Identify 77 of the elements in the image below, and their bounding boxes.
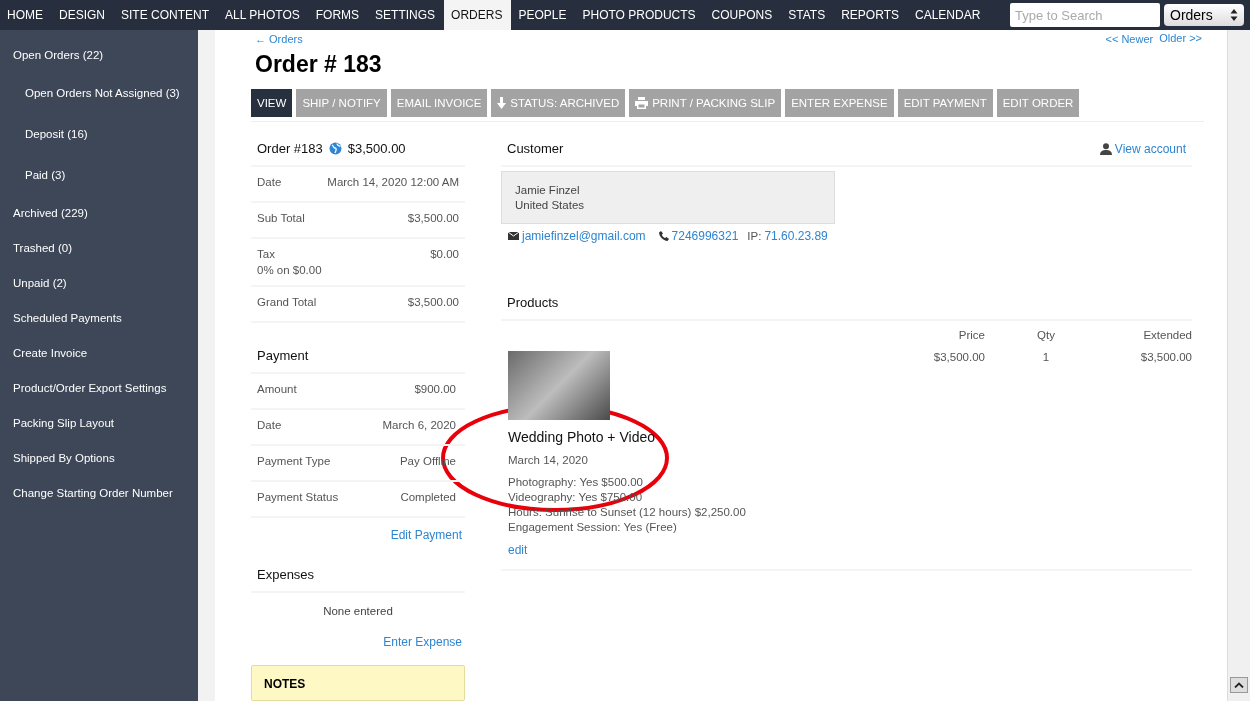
sidebar-item[interactable]: Create Invoice — [0, 336, 198, 371]
row-value: $0.00 — [430, 248, 459, 262]
section-title: Expenses — [257, 567, 315, 582]
order-number: Order #183 — [257, 141, 323, 156]
order-total: $3,500.00 — [347, 141, 407, 156]
row-note: 0% on $0.00 — [257, 264, 322, 276]
action-button[interactable]: VIEW — [251, 89, 293, 117]
nav-tab[interactable]: ORDERS — [444, 0, 512, 30]
sidebar-item[interactable]: Open Orders Not Assigned (3) — [0, 73, 198, 114]
row-value: $3,500.00 — [407, 296, 459, 310]
sidebar-item[interactable]: Paid (3) — [0, 155, 198, 196]
ip-link[interactable]: 71.60.23.89 — [764, 229, 828, 243]
row-value: March 14, 2020 12:00 AM — [327, 176, 459, 190]
pager-link[interactable]: << Newer — [1105, 33, 1154, 45]
product-option: Photography: Yes $500.00 — [508, 476, 891, 488]
row-value: $900.00 — [414, 383, 456, 397]
row-label: Date — [257, 176, 282, 188]
sidebar-item[interactable]: Product/Order Export Settings — [0, 371, 198, 406]
nav-tab[interactable]: HOME — [0, 0, 52, 30]
column-header: Qty — [1036, 329, 1056, 341]
sidebar-item[interactable]: Scheduled Payments — [0, 301, 198, 336]
product-name: Wedding Photo + Video — [508, 429, 656, 445]
row-label: Payment Status — [257, 491, 339, 503]
scope-dropdown[interactable]: Orders — [1164, 4, 1244, 26]
email-link[interactable]: jamiefinzel@gmail.com — [522, 229, 646, 243]
nav-tab[interactable]: CALENDAR — [907, 0, 990, 30]
ip-label: IP: — [747, 230, 762, 242]
row-value: March 6, 2020 — [382, 419, 456, 433]
view-account-link[interactable]: View account — [1099, 141, 1186, 156]
edit-link[interactable]: edit — [508, 543, 891, 557]
phone-link[interactable]: 7246996321 — [671, 229, 739, 243]
enter-expense-link[interactable]: Enter Expense — [383, 635, 462, 649]
sidebar-item[interactable]: Open Orders (22) — [0, 38, 198, 73]
row-label: Grand Total — [257, 296, 317, 308]
page-title: Order # 183 — [255, 50, 383, 79]
back-link[interactable]: ← Orders — [255, 33, 303, 45]
sidebar-item[interactable]: Deposit (16) — [0, 114, 198, 155]
row-label: Payment Type — [257, 455, 331, 467]
search-field[interactable]: Type to Search — [1010, 3, 1160, 27]
notes-title: NOTES — [264, 677, 306, 691]
sidebar-item[interactable]: Trashed (0) — [0, 231, 198, 266]
row-value: $3,500.00 — [407, 212, 459, 226]
column-header: Extended — [1142, 329, 1192, 341]
nav-tab[interactable]: PEOPLE — [511, 0, 576, 30]
table-cell-text: $3,500.00 — [932, 351, 986, 365]
nav-tab[interactable]: COUPONS — [704, 0, 782, 30]
product-date: March 14, 2020 — [508, 454, 589, 466]
section-title: Customer — [507, 141, 564, 156]
sidebar-item[interactable]: Unpaid (2) — [0, 266, 198, 301]
customer-name: Jamie Finzel — [515, 184, 581, 196]
product-option: Engagement Session: Yes (Free) — [508, 521, 891, 533]
edit-payment-link[interactable]: Edit Payment — [390, 528, 462, 542]
column-header: Price — [957, 329, 986, 341]
empty-message: None entered — [322, 604, 394, 619]
sidebar-item[interactable]: Packing Slip Layout — [0, 406, 198, 441]
nav-tab[interactable]: DESIGN — [52, 0, 114, 30]
table-cell-text: $3,500.00 — [1139, 351, 1192, 365]
customer-country: United States — [515, 199, 586, 211]
sidebar-item[interactable]: Shipped By Options — [0, 441, 198, 476]
sidebar-item[interactable]: Archived (229) — [0, 196, 198, 231]
nav-tab[interactable]: ALL PHOTOS — [218, 0, 309, 30]
row-label: Date — [257, 419, 282, 431]
row-label: Tax — [257, 248, 276, 260]
nav-tab[interactable]: SETTINGS — [368, 0, 445, 30]
nav-tab[interactable]: STATS — [781, 0, 835, 30]
nav-tab[interactable]: REPORTS — [834, 0, 908, 30]
section-title: Products — [507, 295, 559, 310]
pager-link[interactable]: Older >> — [1159, 32, 1202, 45]
row-value: Completed — [400, 491, 456, 505]
nav-tab[interactable]: PHOTO PRODUCTS — [575, 0, 705, 30]
nav-tab[interactable]: FORMS — [308, 0, 369, 30]
table-cell-text: 1 — [1041, 351, 1051, 365]
sidebar-item[interactable]: Change Starting Order Number — [0, 476, 198, 511]
section-title: Payment — [257, 348, 309, 363]
row-label: Amount — [257, 383, 297, 395]
row-label: Sub Total — [257, 212, 305, 224]
nav-tab[interactable]: SITE CONTENT — [114, 0, 219, 30]
